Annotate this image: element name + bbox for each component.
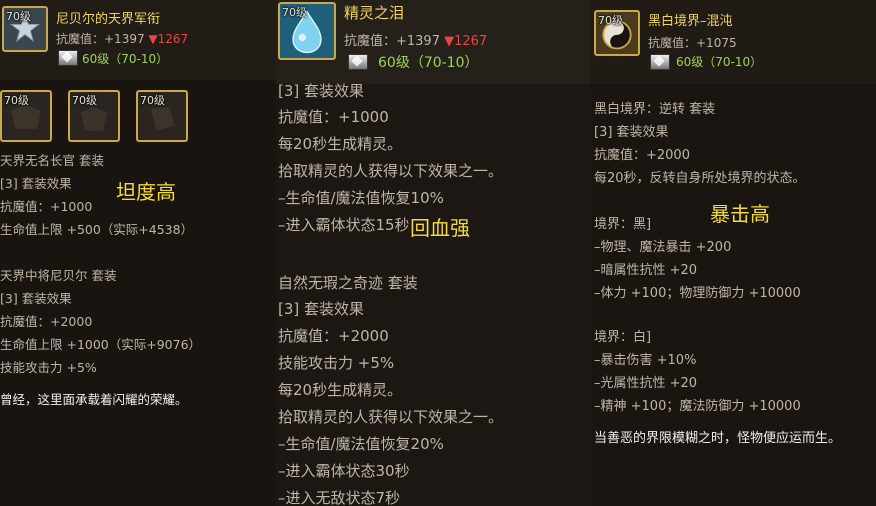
- set-effect-line: 技能攻击力 +5%: [0, 360, 97, 375]
- level-requirement: 60级（70-10）: [676, 55, 763, 69]
- icon-level-label: 70级: [598, 14, 623, 27]
- gem-icon: [650, 54, 670, 70]
- set-effect-line: 生命值上限 +500（实际+4538）: [0, 222, 194, 237]
- icon-level-label: 70级: [282, 6, 307, 19]
- set-effect-line: –暴击伤害 +10%: [594, 353, 697, 368]
- set-effect-line: –进入霸体状态30秒: [278, 462, 410, 480]
- icon-level-label: 70级: [6, 10, 31, 23]
- set-effect-header: [3] 套装效果: [278, 82, 365, 100]
- set-effect-line: –生命值/魔法值恢复20%: [278, 435, 444, 453]
- tooltip-panel-1: 70级 尼贝尔的天界军衔 抗魔值：+1397 ▼1267 60级（70-10） …: [0, 0, 276, 506]
- annotation-note: 回血强: [408, 212, 472, 241]
- set-effect-line: 每20秒生成精灵。: [278, 381, 403, 399]
- flavor-text: 曾经，这里面承载着闪耀的荣耀。: [0, 392, 188, 407]
- stat-text: 抗魔值：+1397: [56, 32, 149, 46]
- set-effect-line: –暗属性抗性 +20: [594, 263, 698, 278]
- realm-header: 境界：白]: [594, 330, 652, 345]
- set-effect-line: –进入霸体状态15秒: [278, 216, 410, 234]
- gem-icon: [348, 54, 368, 70]
- stat-decrease: ▼1267: [444, 34, 488, 49]
- set-effect-line: –物理、魔法暴击 +200: [594, 240, 732, 255]
- annotation-note: 坦度高: [116, 180, 176, 204]
- set-name: 黑白境界：逆转 套装: [594, 102, 716, 117]
- item-stat: 抗魔值：+1397 ▼1267: [344, 30, 487, 49]
- set-effect-line: 拾取精灵的人获得以下效果之一。: [278, 162, 504, 180]
- set-name: 天界无名长官 套装: [0, 153, 104, 168]
- set-piece-icon: 70级: [136, 90, 188, 142]
- item-icon: 70级: [278, 2, 336, 60]
- item-stat: 抗魔值：+1075: [648, 36, 737, 50]
- flavor-text: 当善恶的界限模糊之时，怪物便应运而生。: [594, 431, 842, 446]
- item-name: 尼贝尔的天界军衔: [56, 12, 161, 27]
- item-icon: 70级: [2, 6, 48, 52]
- item-icon: 70级: [594, 10, 640, 56]
- item-stat: 抗魔值：+1397 ▼1267: [56, 30, 188, 47]
- icon-level-label: 70级: [140, 94, 165, 107]
- set-effect-line: 技能攻击力 +5%: [278, 354, 395, 372]
- set-effect-line: 每20秒生成精灵。: [278, 135, 403, 153]
- set-effect-line: 每20秒，反转自身所处境界的状态。: [594, 171, 806, 186]
- gem-icon: [58, 50, 78, 66]
- annotation-note: 暴击高: [710, 202, 770, 226]
- stat-text: 抗魔值：+1397: [344, 34, 445, 49]
- set-effect-line: 抗魔值：+2000: [594, 148, 690, 163]
- item-name: 黑白境界–混沌: [648, 14, 733, 29]
- set-effect-line: –体力 +100；物理防御力 +10000: [594, 286, 801, 301]
- realm-header: 境界：黑]: [594, 217, 652, 232]
- set-effect-header: [3] 套装效果: [0, 176, 72, 191]
- level-requirement: 60级（70-10）: [378, 55, 479, 71]
- set-piece-icon: 70级: [68, 90, 120, 142]
- level-requirement: 60级（70-10）: [82, 52, 169, 66]
- set-effect-line: –光属性抗性 +20: [594, 376, 698, 391]
- set-effect-line: 生命值上限 +1000（实际+9076）: [0, 337, 202, 352]
- set-effect-line: 抗魔值：+1000: [278, 108, 389, 126]
- icon-level-label: 70级: [4, 94, 29, 107]
- set-effect-line: –进入无敌状态7秒: [278, 489, 401, 506]
- set-name: 天界中将尼贝尔 套装: [0, 268, 117, 283]
- set-effect-line: –精神 +100；魔法防御力 +10000: [594, 399, 801, 414]
- item-name: 精灵之泪: [344, 4, 405, 22]
- set-effect-header: [3] 套装效果: [0, 291, 72, 306]
- tooltip-panel-3: 70级 黑白境界–混沌 抗魔值：+1075 60级（70-10） 黑白境界：逆转…: [590, 0, 876, 506]
- set-effect-header: [3] 套装效果: [278, 300, 365, 318]
- set-effect-line: 抗魔值：+2000: [278, 327, 389, 345]
- set-effect-line: 抗魔值：+2000: [0, 314, 93, 329]
- set-effect-line: –生命值/魔法值恢复10%: [278, 189, 444, 207]
- stat-decrease: ▼1267: [148, 32, 189, 46]
- tooltip-panel-2: 70级 精灵之泪 抗魔值：+1397 ▼1267 60级（70-10） [3] …: [276, 0, 590, 506]
- icon-level-label: 70级: [72, 94, 97, 107]
- set-name: 自然无瑕之奇迹 套装: [278, 274, 418, 292]
- set-piece-icon: 70级: [0, 90, 52, 142]
- set-effect-header: [3] 套装效果: [594, 125, 669, 140]
- set-effect-line: 拾取精灵的人获得以下效果之一。: [278, 408, 504, 426]
- set-effect-line: 抗魔值：+1000: [0, 199, 93, 214]
